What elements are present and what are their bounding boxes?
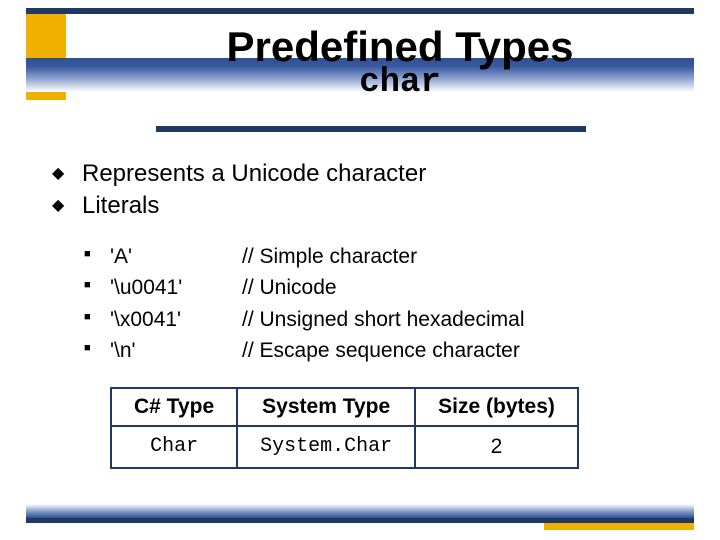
list-item: Literals [48, 190, 680, 222]
literal-comment: // Unsigned short hexadecimal [242, 304, 525, 336]
slide-title-main: Predefined Types [120, 26, 680, 68]
table-header-row: C# Type System Type Size (bytes) [111, 388, 578, 426]
bottom-rule [26, 518, 694, 523]
list-item: 'A' // Simple character [82, 241, 680, 273]
slide-title: Predefined Types char [120, 26, 680, 102]
slide-title-sub: char [120, 64, 680, 102]
table-row: Char System.Char 2 [111, 426, 578, 468]
list-item: '\x0041' // Unsigned short hexadecimal [82, 304, 680, 336]
table-header: C# Type [111, 388, 237, 426]
literal-code: '\x0041' [110, 304, 242, 336]
table-header: Size (bytes) [415, 388, 578, 426]
table-cell: 2 [415, 426, 578, 468]
type-table: C# Type System Type Size (bytes) Char Sy… [110, 387, 579, 469]
literal-code: 'A' [110, 241, 242, 273]
literal-code: '\u0041' [110, 272, 242, 304]
title-underline [156, 126, 586, 132]
literal-comment: // Escape sequence character [242, 335, 520, 367]
list-item: Represents a Unicode character [48, 158, 680, 190]
table-header: System Type [237, 388, 415, 426]
list-item: '\u0041' // Unicode [82, 272, 680, 304]
list-item: '\n' // Escape sequence character [82, 335, 680, 367]
bullet-text: Represents a Unicode character [82, 160, 426, 187]
table-cell: System.Char [237, 426, 415, 468]
table-cell: Char [111, 426, 237, 468]
bullet-list-level2: 'A' // Simple character '\u0041' // Unic… [82, 241, 680, 367]
literal-code: '\n' [110, 335, 242, 367]
bottom-gradient [26, 504, 694, 518]
literal-comment: // Unicode [242, 272, 337, 304]
bullet-list-level1: Represents a Unicode character Literals [48, 158, 680, 223]
top-rule [26, 8, 694, 14]
slide-body: Represents a Unicode character Literals … [48, 158, 680, 469]
bullet-text: Literals [82, 192, 159, 219]
literal-comment: // Simple character [242, 241, 417, 273]
